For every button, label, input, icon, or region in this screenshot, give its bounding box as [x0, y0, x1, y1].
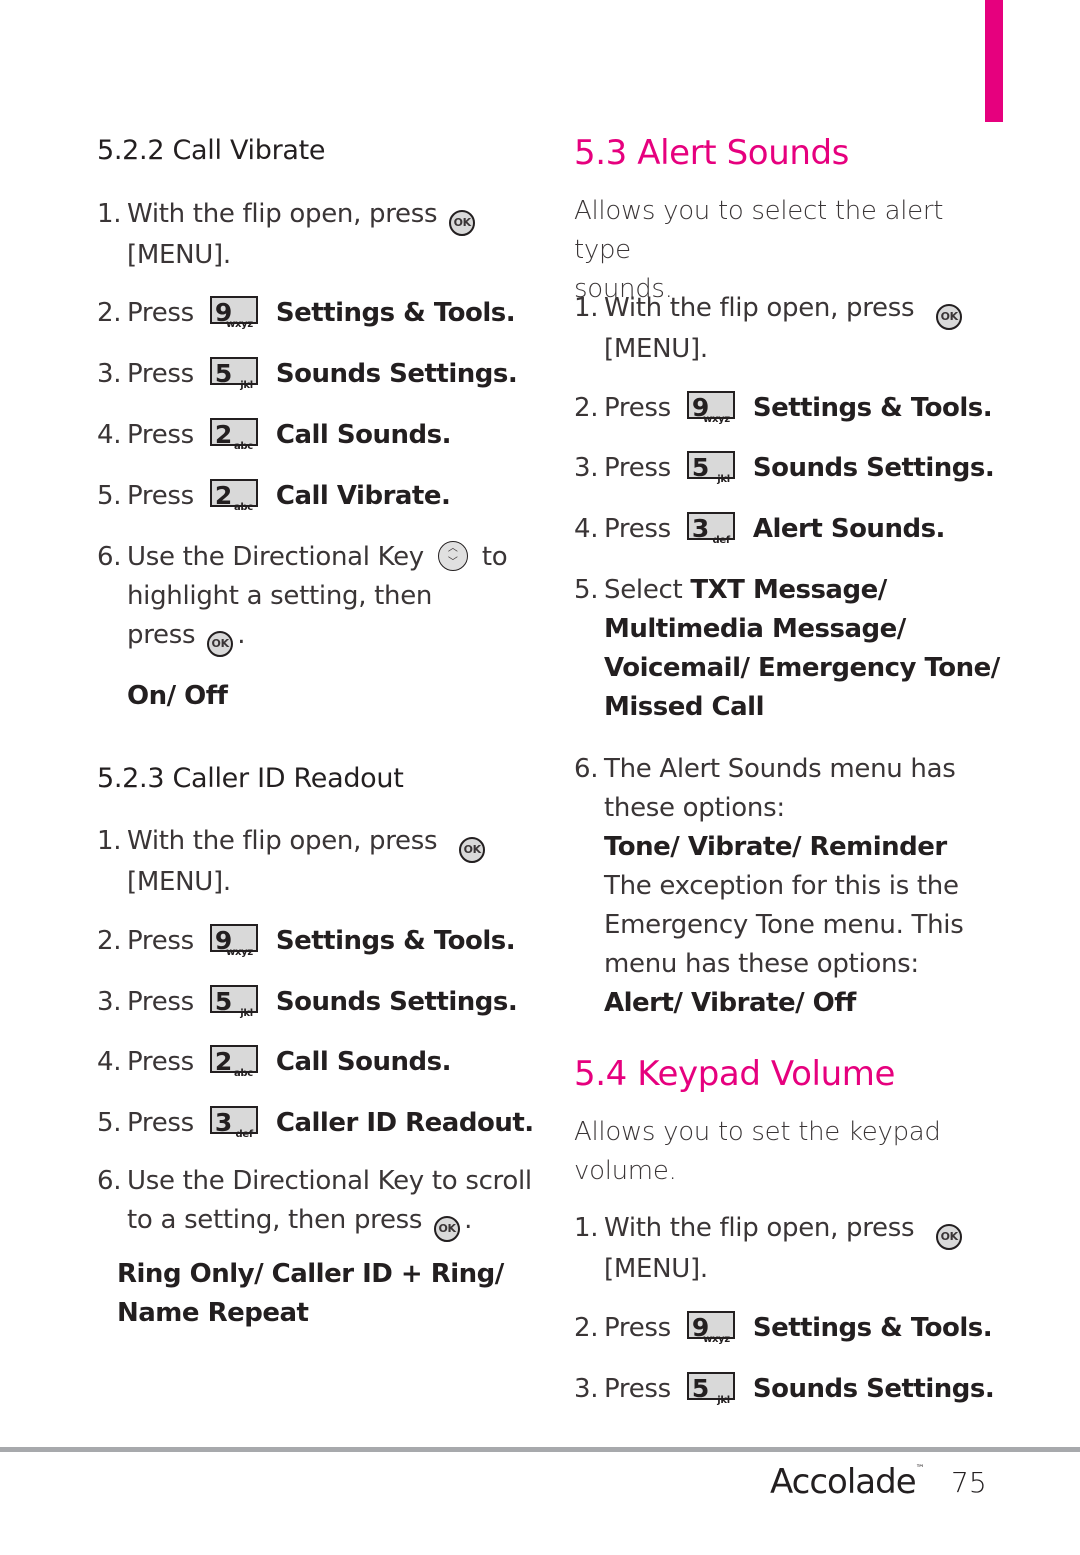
- call-vibrate-step-1: 1. With the flip open, press OK [MENU].: [97, 195, 479, 275]
- call-vibrate-step-3: 3. Press 5 jkl Sounds Settings.: [97, 357, 518, 391]
- keypad-volume-step-2: 2. Press 9 wxyz Settings & Tools.: [574, 1311, 993, 1345]
- heading-caller-id-readout: 5.2.3 Caller ID Readout: [97, 763, 404, 794]
- key-9-icon: 9 wxyz: [686, 1311, 735, 1345]
- footer-rule: [0, 1447, 1080, 1452]
- ok-key-icon: OK: [434, 1216, 461, 1242]
- key-3-icon: 3 def: [686, 512, 735, 546]
- key-2-icon: 2 abc: [209, 479, 258, 513]
- ok-key-icon: OK: [936, 304, 963, 330]
- page-number: 75: [951, 1466, 987, 1499]
- ok-key-icon: OK: [936, 1224, 963, 1250]
- call-vibrate-step-4: 4. Press 2 abc Call Sounds.: [97, 418, 451, 452]
- heading-alert-sounds: 5.3 Alert Sounds: [574, 133, 849, 173]
- keypad-volume-step-3: 3. Press 5 jkl Sounds Settings.: [574, 1372, 995, 1406]
- ok-key-icon: OK: [459, 837, 486, 863]
- brand-logo: Accolade™: [770, 1462, 925, 1502]
- caller-id-step-1: 1. With the flip open, press OK [MENU].: [97, 822, 489, 902]
- alert-sounds-step-2: 2. Press 9 wxyz Settings & Tools.: [574, 391, 993, 425]
- caller-id-step-6: 6. Use the Directional Key to scroll to a…: [97, 1162, 532, 1242]
- call-vibrate-step-2: 2. Press 9 wxyz Settings & Tools.: [97, 296, 516, 330]
- keypad-volume-step-1: 1. With the flip open, press OK [MENU].: [574, 1209, 966, 1289]
- caller-id-step-5: 5. Press 3 def Caller ID Readout.: [97, 1106, 534, 1140]
- key-9-icon: 9 wxyz: [209, 924, 258, 958]
- key-5-icon: 5 jkl: [686, 451, 735, 485]
- section-tab-marker: [985, 0, 1003, 122]
- alert-sounds-step-6: 6. The Alert Sounds menu has these option…: [574, 754, 964, 1018]
- call-vibrate-options: On/ Off: [127, 681, 228, 711]
- caller-id-step-4: 4. Press 2 abc Call Sounds.: [97, 1045, 451, 1079]
- key-2-icon: 2 abc: [209, 418, 258, 452]
- key-5-icon: 5 jkl: [209, 985, 258, 1019]
- caller-id-step-3: 3. Press 5 jkl Sounds Settings.: [97, 985, 518, 1019]
- key-5-icon: 5 jkl: [209, 357, 258, 391]
- caller-id-step-2: 2. Press 9 wxyz Settings & Tools.: [97, 924, 516, 958]
- heading-call-vibrate: 5.2.2 Call Vibrate: [97, 135, 326, 166]
- keypad-volume-intro: Allows you to set the keypad volume.: [574, 1117, 941, 1186]
- key-9-icon: 9 wxyz: [686, 391, 735, 425]
- directional-key-icon: ︿ ﹀: [437, 541, 468, 571]
- caller-id-options: Ring Only/ Caller ID + Ring/ Name Repeat: [117, 1259, 504, 1328]
- alert-sounds-step-1: 1. With the flip open, press OK [MENU].: [574, 289, 966, 369]
- call-vibrate-step-6: 6. Use the Directional Key ︿ ﹀ to highligh…: [97, 538, 508, 657]
- heading-keypad-volume: 5.4 Keypad Volume: [574, 1054, 895, 1094]
- alert-sounds-step-3: 3. Press 5 jkl Sounds Settings.: [574, 451, 995, 485]
- key-2-icon: 2 abc: [209, 1045, 258, 1079]
- ok-key-icon: OK: [449, 210, 476, 236]
- alert-sounds-step-5: 5. Select TXT Message/ Multimedia Message…: [574, 575, 1000, 722]
- key-9-icon: 9 wxyz: [209, 296, 258, 330]
- key-5-icon: 5 jkl: [686, 1372, 735, 1406]
- call-vibrate-step-5: 5. Press 2 abc Call Vibrate.: [97, 479, 451, 513]
- ok-key-icon: OK: [207, 631, 234, 657]
- key-3-icon: 3 def: [209, 1106, 258, 1140]
- alert-sounds-step-4: 4. Press 3 def Alert Sounds.: [574, 512, 945, 546]
